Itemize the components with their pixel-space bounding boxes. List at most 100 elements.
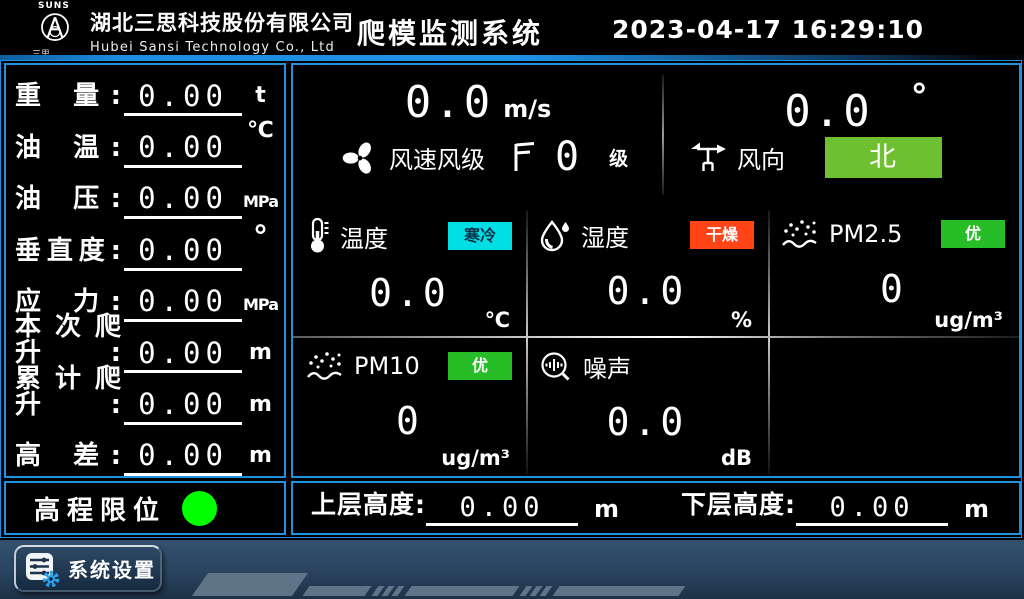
metrics-panel: 重 量: 0.00 t 油 温: 0.00 ℃ 油 压: 0.00 MPa 垂直…: [4, 63, 286, 478]
taskbar-stripe: [302, 586, 371, 596]
metric-value: 0.00: [138, 181, 228, 215]
humidity-label: 湿度: [581, 218, 629, 253]
sansi-logo-icon: [35, 11, 75, 45]
humidity-unit: %: [731, 308, 752, 332]
metric-value: 0.00: [138, 387, 228, 421]
metric-value: 0.00: [138, 336, 228, 370]
pm25-unit: ug/m³: [934, 308, 1003, 332]
wind-speed-label: 风速风级: [389, 140, 485, 175]
temperature-label: 温度: [340, 219, 388, 254]
wind-direction-button[interactable]: 北: [825, 137, 942, 178]
pm25-value: 0: [768, 267, 1019, 311]
elevation-limit-box: 高程限位: [4, 481, 286, 535]
pm10-status-badge: 优: [448, 352, 512, 380]
temperature-cell: 温度 寒冷 0.0 ℃: [293, 205, 526, 337]
metric-unit: ℃: [242, 116, 279, 151]
noise-cell: 噪声 0.0 dB: [526, 337, 768, 475]
company-name-cn: 湖北三思科技股份有限公司: [90, 7, 354, 37]
lower-height-group: 下层高度: 0.00 m: [681, 485, 989, 526]
temperature-unit: ℃: [485, 308, 510, 332]
pm10-unit: ug/m³: [441, 446, 510, 470]
pm25-label: PM2.5: [829, 220, 902, 248]
pm25-cell: PM2.5 优 0 ug/m³: [768, 205, 1019, 337]
company-block: 湖北三思科技股份有限公司 Hubei Sansi Technology Co.,…: [90, 7, 354, 55]
metric-value: 0.00: [138, 438, 228, 472]
metric-row-weight: 重 量: 0.00 t: [6, 65, 284, 116]
metric-row-oil-pressure: 油 压: 0.00 MPa: [6, 168, 284, 219]
humidity-value: 0.0: [526, 269, 768, 313]
pm10-label: PM10: [354, 352, 420, 380]
wind-speed-unit: m/s: [503, 95, 551, 123]
header: SUNS 三思 湖北三思科技股份有限公司 Hubei Sansi Technol…: [0, 0, 1024, 55]
particles-icon: [781, 217, 819, 251]
metric-row-oil-temp: 油 温: 0.00 ℃: [6, 116, 284, 167]
logo-suns-text: SUNS: [28, 1, 82, 11]
temperature-status-badge: 寒冷: [448, 222, 512, 250]
lower-height-value: 0.00: [829, 492, 914, 523]
metric-row-height-diff: 高 差: 0.00 m: [6, 425, 284, 476]
metric-unit: MPa: [242, 297, 279, 322]
metric-value: 0.00: [138, 79, 228, 113]
metric-row-verticality: 垂直度: 0.00 °: [6, 219, 284, 270]
metric-label: 油 压:: [15, 186, 121, 219]
grid-divider: [768, 337, 770, 475]
metric-unit: MPa: [242, 194, 279, 219]
metric-unit: °: [242, 219, 279, 262]
elevation-limit-label: 高程限位: [34, 490, 166, 527]
metric-value: 0.00: [138, 130, 228, 164]
lower-height-label: 下层高度:: [681, 485, 796, 526]
metric-label: 高 差:: [15, 443, 121, 476]
humidity-status-badge: 干燥: [690, 221, 754, 249]
metric-label: 累计爬升:: [15, 366, 121, 425]
pm10-value: 0: [293, 399, 526, 443]
wind-grade-value: 0: [555, 134, 579, 180]
wind-speed-display: 0.0 m/s: [293, 77, 663, 128]
wind-vane-icon: [689, 139, 727, 175]
taskbar-stripe: [404, 586, 519, 596]
metric-unit: m: [242, 342, 279, 373]
wind-direction-label: 风向: [737, 140, 785, 175]
taskbar-stripe: [552, 586, 685, 596]
taskbar-stripe: [192, 573, 308, 596]
taskbar: 系统设置: [0, 540, 1024, 599]
noise-meter-icon: [539, 350, 573, 384]
wind-grade-icon: [511, 140, 537, 174]
water-drop-icon: [539, 217, 571, 253]
upper-height-label: 上层高度:: [311, 485, 426, 526]
metric-value: 0.00: [138, 233, 228, 267]
humidity-cell: 湿度 干燥 0.0 %: [526, 205, 768, 337]
metric-label: 垂直度:: [15, 238, 121, 271]
thermometer-icon: [306, 217, 330, 255]
page-title: 爬模监测系统: [357, 12, 543, 52]
metric-unit: m: [242, 445, 279, 476]
wind-direction-display: 0.0 °: [693, 77, 1019, 137]
metric-row-total-climb: 累计爬升: 0.00 m: [6, 373, 284, 424]
metric-label: 重 量:: [15, 83, 121, 116]
upper-height-group: 上层高度: 0.00 m: [311, 485, 619, 526]
datetime-display: 2023-04-17 16:29:10: [612, 15, 924, 44]
noise-unit: dB: [721, 446, 752, 470]
metric-value: 0.00: [138, 284, 228, 318]
wind-direction-unit: °: [911, 77, 928, 117]
system-settings-button[interactable]: 系统设置: [14, 545, 162, 592]
wind-speed-value: 0.0: [405, 77, 493, 128]
wind-direction-value: 0.0: [784, 86, 872, 137]
limit-status-indicator: [182, 491, 217, 526]
metric-label: 油 温:: [15, 135, 121, 168]
metric-unit: t: [242, 85, 279, 116]
climbing-formwork-monitor-app: SUNS 三思 湖北三思科技股份有限公司 Hubei Sansi Technol…: [0, 0, 1024, 599]
company-name-en: Hubei Sansi Technology Co., Ltd: [90, 40, 354, 55]
noise-label: 噪声: [583, 349, 631, 384]
content-area: 重 量: 0.00 t 油 温: 0.00 ℃ 油 压: 0.00 MPa 垂直…: [0, 60, 1024, 540]
settings-sliders-gear-icon: [24, 550, 60, 588]
noise-value: 0.0: [526, 400, 768, 444]
company-logo: SUNS 三思: [28, 1, 82, 55]
wind-grade-unit: 级: [609, 144, 628, 171]
fan-icon: [341, 138, 379, 176]
upper-height-value: 0.00: [459, 492, 544, 523]
particles-icon: [306, 349, 344, 383]
upper-height-unit: m: [594, 495, 619, 526]
pm25-status-badge: 优: [941, 220, 1005, 248]
lower-height-unit: m: [964, 495, 989, 526]
environment-panel: 0.0 m/s 风速风级: [291, 63, 1021, 478]
